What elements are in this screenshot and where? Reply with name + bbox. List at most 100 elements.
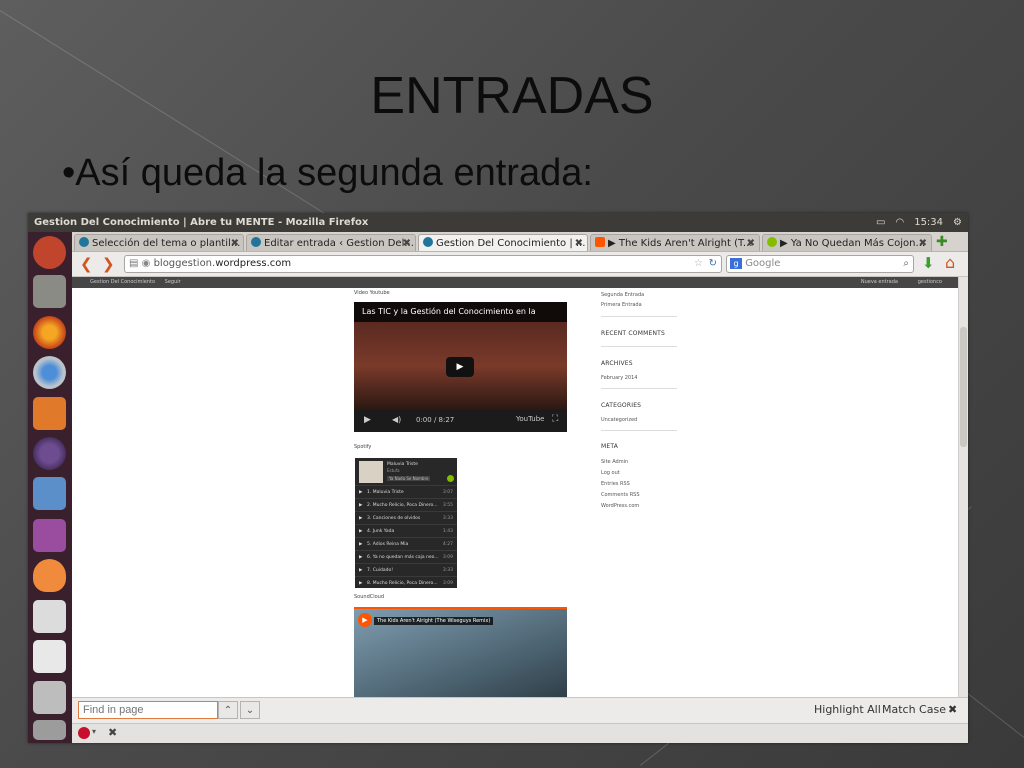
track-row[interactable]: ▶ 8. Mucho Relicio, Poca Dinero... 3:09 <box>355 576 457 588</box>
search-icon[interactable]: ⌕ <box>903 256 909 272</box>
google-icon[interactable]: g <box>730 258 742 269</box>
document-viewer-icon[interactable] <box>33 640 66 673</box>
spotify-section-label: Spotify <box>354 444 372 450</box>
track-row[interactable]: ▶ 2. Mucho Relicio, Poca Dinero... 3:55 <box>355 498 457 512</box>
wordpress-icon <box>79 237 89 247</box>
wordpress-icon <box>251 237 261 247</box>
track-row[interactable]: ▶ 1. Maluvia Triste 3:07 <box>355 485 457 499</box>
meta-link[interactable]: Site Admin <box>601 459 628 465</box>
match-case-button[interactable]: Match Case <box>882 703 946 716</box>
forward-button[interactable]: ❯ <box>102 255 115 273</box>
track-row[interactable]: ▶ 4. Junk Yada 1:43 <box>355 524 457 538</box>
meta-link[interactable]: Comments RSS <box>601 492 640 498</box>
app-icon[interactable] <box>33 559 66 592</box>
wordpress-admin-bar: Gestion Del Conocimiento Seguir Nueva en… <box>72 277 958 288</box>
vmware-icon[interactable] <box>33 477 66 510</box>
wpbar-site[interactable]: Gestion Del Conocimiento <box>90 279 155 285</box>
ubuntu-logo-icon[interactable] <box>33 236 66 269</box>
close-icon[interactable]: ✖ <box>403 235 411 251</box>
track-row[interactable]: ▶ 6. Ya no quedan más caja neo... 3:09 <box>355 550 457 564</box>
video-title[interactable]: Las TIC y la Gestión del Conocimiento en… <box>354 302 567 322</box>
files-icon[interactable] <box>33 275 66 308</box>
soundcloud-title[interactable]: The Kids Aren't Alright (The Wiseguys Re… <box>374 617 494 625</box>
vertical-scrollbar[interactable] <box>958 277 968 697</box>
slide-bullet: •Así queda la segunda entrada: <box>62 152 593 194</box>
search-box[interactable]: g Google ⌕ <box>726 255 914 273</box>
text-editor-icon[interactable] <box>33 600 66 633</box>
scrollbar-thumb[interactable] <box>960 327 967 447</box>
close-icon[interactable]: ✖ <box>747 235 755 251</box>
eclipse-icon[interactable] <box>33 437 66 470</box>
category-link[interactable]: Uncategorized <box>601 417 637 423</box>
clock[interactable]: 15:34 <box>914 213 943 232</box>
tab-spotify[interactable]: ▶ Ya No Quedan Más Cojon... ✖ <box>762 234 932 251</box>
archive-link[interactable]: February 2014 <box>601 375 637 381</box>
volume-icon[interactable]: ◀) <box>392 415 401 424</box>
wpbar-new-post[interactable]: Nueva entrada <box>861 277 898 288</box>
play-button[interactable]: ▶ <box>364 415 371 425</box>
meta-link[interactable]: WordPress.com <box>601 503 639 509</box>
soundcloud-player[interactable]: ▶ The Kids Aren't Alright (The Wiseguys … <box>354 607 567 697</box>
spotify-icon <box>447 475 454 482</box>
reload-icon[interactable]: ↻ <box>709 256 717 272</box>
find-next-button[interactable]: ⌄ <box>240 701 260 719</box>
close-icon[interactable]: ✖ <box>108 726 117 739</box>
battery-icon[interactable]: ▭ <box>876 213 885 232</box>
workspace-switcher-icon[interactable] <box>33 519 66 552</box>
meta-link[interactable]: Entries RSS <box>601 481 630 487</box>
back-button[interactable]: ❮ <box>80 255 93 273</box>
spotify-follow[interactable]: Ya Nada Se Nombre <box>387 476 431 481</box>
close-icon[interactable]: ✖ <box>919 235 927 251</box>
archives-heading: ARCHIVES <box>601 360 633 367</box>
url-bar[interactable]: ▤ ◉ bloggestion.wordpress.com ☆ ↻ <box>124 255 722 273</box>
web-page: Gestion Del Conocimiento Seguir Nueva en… <box>72 277 958 697</box>
find-previous-button[interactable]: ⌃ <box>218 701 238 719</box>
navigation-toolbar: ❮ ❯ ▤ ◉ bloggestion.wordpress.com ☆ ↻ g … <box>72 252 968 277</box>
bookmarks-icon[interactable]: ▤ <box>129 258 138 269</box>
tab-blog[interactable]: Gestion Del Conocimiento | ... ✖ <box>418 234 588 251</box>
tab-theme-selection[interactable]: Selección del tema o plantil... ✖ <box>74 234 244 251</box>
chromium-icon[interactable] <box>33 356 66 389</box>
new-tab-button[interactable]: ✚ <box>936 234 948 250</box>
close-icon[interactable]: ✖ <box>948 703 957 716</box>
soundcloud-icon <box>595 237 605 247</box>
recent-post-link[interactable]: Primera Entrada <box>601 302 642 308</box>
play-button[interactable]: ▶ <box>358 613 372 627</box>
fullscreen-icon[interactable]: ⛶ <box>552 414 558 424</box>
track-row[interactable]: ▶ 5. Adios Reina Mia 4:27 <box>355 537 457 551</box>
drive-icon[interactable] <box>33 681 66 714</box>
download-icon[interactable]: ⬇ <box>922 254 935 272</box>
software-center-icon[interactable] <box>33 397 66 430</box>
wifi-icon[interactable]: ◠ <box>895 213 904 232</box>
tab-soundcloud[interactable]: ▶ The Kids Aren't Alright (T... ✖ <box>590 234 760 251</box>
track-row[interactable]: ▶ 3. Canciones de olvidos 3:33 <box>355 511 457 525</box>
firefox-icon[interactable] <box>33 316 66 349</box>
youtube-video[interactable]: Las TIC y la Gestión del Conocimiento en… <box>354 302 567 432</box>
meta-link[interactable]: Log out <box>601 470 620 476</box>
spotify-player[interactable]: Maluvia Triste Estufa Ya Nada Se Nombre … <box>355 458 457 588</box>
wpbar-follow[interactable]: Seguir <box>165 279 181 285</box>
tab-edit-post[interactable]: Editar entrada ‹ Gestion Del... ✖ <box>246 234 416 251</box>
star-icon[interactable]: ☆ <box>694 256 703 272</box>
addon-icon[interactable] <box>78 727 90 739</box>
divider <box>601 316 677 317</box>
chevron-down-icon[interactable]: ▾ <box>92 727 96 736</box>
recent-post-link[interactable]: Segunda Entrada <box>601 292 644 298</box>
track-row[interactable]: ▶ 7. Cuidado! 3:33 <box>355 563 457 577</box>
close-icon[interactable]: ✖ <box>231 235 239 251</box>
gear-icon[interactable]: ⚙ <box>953 213 962 232</box>
wpbar-user[interactable]: gestionco <box>918 277 942 288</box>
play-icon[interactable]: ▶ <box>446 357 474 377</box>
highlight-all-button[interactable]: Highlight All <box>814 703 881 716</box>
divider <box>601 388 677 389</box>
spotify-album: Maluvia Triste <box>387 462 418 467</box>
video-controls: ▶ ◀) 0:00 / 8:27 YouTube ⛶ <box>354 410 567 432</box>
video-section-label: Video Youtube <box>354 290 390 296</box>
youtube-brand[interactable]: YouTube <box>516 415 544 423</box>
find-input[interactable] <box>78 701 218 719</box>
home-icon[interactable]: ⌂ <box>945 253 955 272</box>
trash-icon[interactable] <box>33 720 66 740</box>
find-bar: ⌃ ⌄ Highlight All Match Case ✖ <box>72 697 968 724</box>
close-icon[interactable]: ✖ <box>575 235 583 251</box>
divider <box>601 430 677 431</box>
